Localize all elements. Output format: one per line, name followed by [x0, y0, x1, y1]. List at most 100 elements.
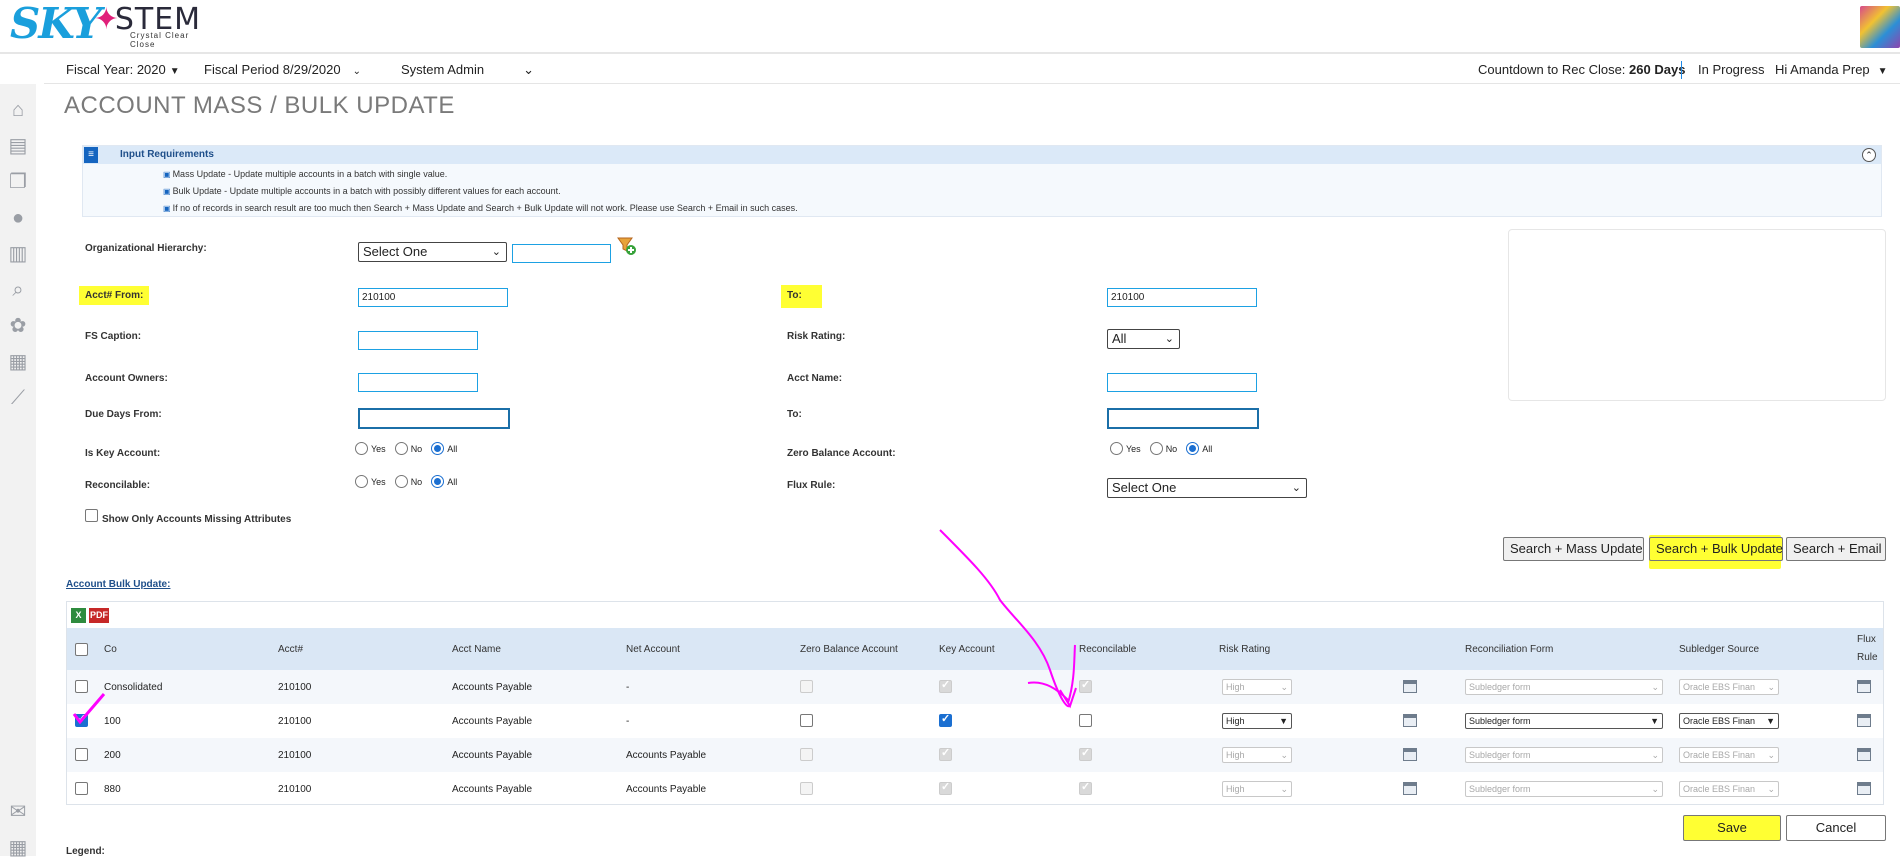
collapse-icon[interactable]: ⌃ — [1862, 148, 1876, 162]
calendar-icon[interactable] — [1403, 748, 1417, 761]
fiscal-year-dropdown[interactable]: Fiscal Year: 2020 ▼ — [66, 62, 180, 77]
reconcilable-no-radio[interactable] — [394, 475, 408, 488]
due-days-from-input[interactable] — [358, 408, 510, 429]
user-icon[interactable]: ● — [6, 206, 30, 230]
subledger-select[interactable]: Oracle EBS Finan ▼ — [1679, 713, 1779, 729]
row-select-checkbox[interactable] — [75, 680, 88, 693]
org-hierarchy-input[interactable] — [512, 244, 611, 263]
hierarchy-tree-panel[interactable] — [1508, 229, 1886, 401]
zero-balance-checkbox[interactable] — [800, 714, 813, 727]
acct-from-input[interactable] — [358, 288, 508, 307]
zero-balance-radios: Yes No All — [1110, 442, 1221, 455]
bullet-icon: ▣ — [163, 204, 171, 213]
is-key-account-label: Is Key Account: — [85, 448, 161, 459]
col-flux-rule-2[interactable]: Rule — [1857, 652, 1878, 663]
logo-tagline: Crystal Clear Close — [130, 31, 190, 49]
documents-icon[interactable]: ❐ — [6, 170, 30, 194]
org-hierarchy-select[interactable]: Select One ⌄ — [358, 242, 507, 262]
chevron-down-icon: ⌄ — [1280, 682, 1288, 692]
row-select-checkbox[interactable] — [75, 748, 88, 761]
fiscal-period-dropdown[interactable]: Fiscal Period 8/29/2020 ⌄ — [204, 62, 361, 77]
radio-label: No — [410, 476, 423, 487]
dashboard-icon[interactable]: ▤ — [6, 134, 30, 158]
user-avatar[interactable] — [1860, 6, 1900, 48]
col-co[interactable]: Co — [104, 644, 117, 655]
org-hierarchy-label: Organizational Hierarchy: — [85, 243, 207, 254]
search-report-icon[interactable]: ⌕ — [6, 278, 30, 302]
key-account-checkbox[interactable] — [939, 712, 952, 727]
col-acct-name[interactable]: Acct Name — [452, 644, 501, 655]
search-email-button[interactable]: Search + Email — [1786, 537, 1886, 561]
acct-to-label: To: — [781, 285, 822, 308]
input-requirements-header[interactable]: ≡ Input Requirements ⌃ — [83, 146, 1881, 164]
reconcilable-yes-radio[interactable] — [355, 475, 368, 488]
cell-acct-name: Accounts Payable — [452, 716, 533, 727]
col-rec-form[interactable]: Reconciliation Form — [1465, 644, 1553, 655]
missing-attributes-checkbox[interactable] — [85, 509, 98, 522]
calendar-icon[interactable]: ▦ — [6, 836, 30, 860]
col-zero-balance[interactable]: Zero Balance Account — [800, 644, 898, 655]
calendar-icon[interactable] — [1403, 680, 1417, 693]
flux-rule-icon[interactable] — [1857, 680, 1871, 693]
is-key-yes-radio[interactable] — [355, 442, 368, 455]
is-key-no-radio[interactable] — [394, 442, 408, 455]
mail-icon[interactable]: ✉ — [6, 800, 30, 824]
col-flux-rule-1[interactable]: Flux — [1857, 634, 1876, 645]
role-dropdown[interactable]: System Admin ⌄ — [401, 62, 534, 77]
skystem-logo[interactable]: SKY ✦ STEM Crystal Clear Close — [10, 0, 201, 49]
pdf-export-icon[interactable]: PDF — [89, 608, 109, 623]
rec-form-select[interactable]: Subledger form ▼ — [1465, 713, 1663, 729]
calendar-icon[interactable] — [1403, 714, 1417, 727]
chevron-down-icon: ⌄ — [523, 62, 534, 77]
reconcilable-checkbox[interactable] — [1079, 714, 1092, 727]
library-icon[interactable]: ▥ — [6, 242, 30, 266]
risk-rating-select[interactable]: High ▼ — [1222, 713, 1292, 729]
home-icon[interactable]: ⌂ — [6, 98, 30, 122]
flux-rule-icon[interactable] — [1857, 782, 1871, 795]
fs-caption-input[interactable] — [358, 331, 478, 350]
calendar-icon[interactable] — [1403, 782, 1417, 795]
is-key-all-radio[interactable] — [431, 442, 445, 455]
flux-rule-select[interactable]: Select One ⌄ — [1107, 478, 1307, 498]
row-select-checkbox[interactable] — [75, 712, 88, 727]
input-requirements-panel: ≡ Input Requirements ⌃ ▣ Mass Update - Up… — [82, 145, 1882, 217]
save-button[interactable]: Save — [1683, 815, 1781, 841]
col-acct[interactable]: Acct# — [278, 644, 303, 655]
rec-form-select: Subledger form ⌄ — [1465, 781, 1663, 797]
acct-name-input[interactable] — [1107, 373, 1257, 392]
risk-rating-select: High ⌄ — [1222, 781, 1292, 797]
col-key-account[interactable]: Key Account — [939, 644, 995, 655]
requirement-line: ▣ Bulk Update - Update multiple accounts … — [163, 183, 1881, 200]
zero-balance-all-radio[interactable] — [1186, 442, 1200, 455]
search-bulk-update-button[interactable]: Search + Bulk Update — [1649, 537, 1783, 561]
col-net-account[interactable]: Net Account — [626, 644, 680, 655]
acct-to-input[interactable] — [1107, 288, 1257, 307]
settings-icon[interactable]: ✿ — [6, 314, 30, 338]
risk-rating-select[interactable]: All ⌄ — [1107, 329, 1180, 349]
zero-balance-no-radio[interactable] — [1149, 442, 1163, 455]
reconcilable-all-radio[interactable] — [431, 475, 445, 488]
user-menu[interactable]: Hi Amanda Prep ▼ — [1775, 62, 1888, 77]
acct-from-label: Acct# From: — [79, 286, 150, 305]
row-select-checkbox[interactable] — [75, 782, 88, 795]
flux-rule-icon[interactable] — [1857, 748, 1871, 761]
reports-icon[interactable]: ▦ — [6, 350, 30, 374]
chevron-down-icon: ⌄ — [1651, 750, 1659, 760]
flux-rule-icon[interactable] — [1857, 714, 1871, 727]
account-bulk-update-title[interactable]: Account Bulk Update: — [66, 579, 170, 590]
col-subledger-source[interactable]: Subledger Source — [1679, 644, 1759, 655]
cell-co: 100 — [104, 716, 121, 727]
col-reconcilable[interactable]: Reconcilable — [1079, 644, 1136, 655]
account-owners-input[interactable] — [358, 373, 478, 392]
col-risk-rating[interactable]: Risk Rating — [1219, 644, 1270, 655]
greeting-label: Hi Amanda Prep — [1775, 62, 1870, 77]
chart-icon[interactable]: ⟋ — [6, 386, 30, 410]
select-all-checkbox[interactable] — [75, 643, 88, 656]
hierarchy-picker-icon[interactable] — [616, 236, 636, 256]
bulk-update-grid: X PDF Co Acct# Acct Name Net Account Zer… — [66, 601, 1884, 805]
excel-export-icon[interactable]: X — [71, 608, 86, 623]
search-mass-update-button[interactable]: Search + Mass Update — [1503, 537, 1644, 561]
zero-balance-yes-radio[interactable] — [1110, 442, 1123, 455]
cancel-button[interactable]: Cancel — [1786, 815, 1886, 841]
due-days-to-input[interactable] — [1107, 408, 1259, 429]
